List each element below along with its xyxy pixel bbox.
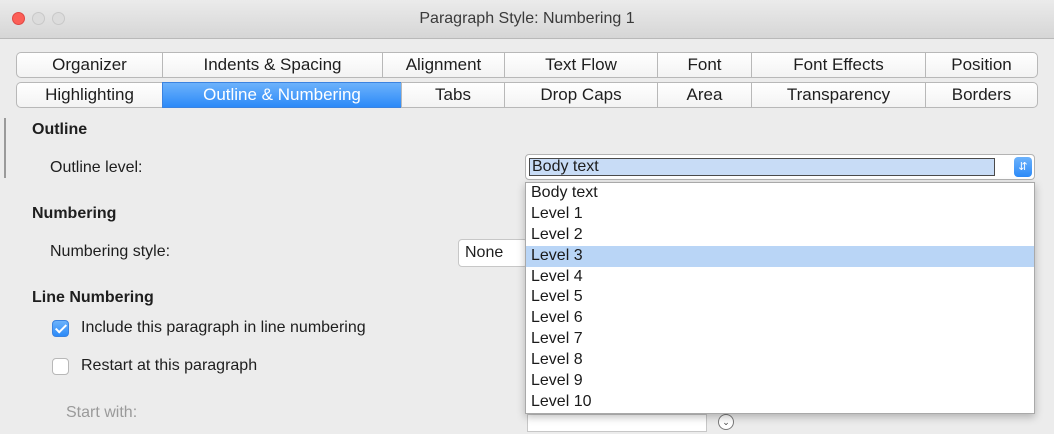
- restart-paragraph-checkbox[interactable]: [52, 358, 69, 375]
- option-level-9[interactable]: Level 9: [526, 371, 1034, 392]
- numbering-heading: Numbering: [32, 205, 117, 222]
- numbering-style-label: Numbering style:: [50, 243, 171, 260]
- tab-font[interactable]: Font: [657, 52, 751, 78]
- restart-paragraph-label: Restart at this paragraph: [81, 357, 258, 374]
- tab-organizer[interactable]: Organizer: [16, 52, 162, 78]
- window-title: Paragraph Style: Numbering 1: [419, 10, 635, 27]
- option-level-8[interactable]: Level 8: [526, 350, 1034, 371]
- line-numbering-heading: Line Numbering: [32, 289, 154, 306]
- tab-outline-numbering[interactable]: Outline & Numbering: [162, 82, 401, 108]
- start-with-label: Start with:: [66, 404, 138, 421]
- option-level-6[interactable]: Level 6: [526, 308, 1034, 329]
- tab-position[interactable]: Position: [925, 52, 1038, 78]
- outline-level-dropdown-list[interactable]: Body text Level 1 Level 2 Level 3 Level …: [525, 182, 1035, 414]
- tab-row-1: Organizer Indents & Spacing Alignment Te…: [16, 52, 1038, 78]
- tab-area[interactable]: Area: [657, 82, 751, 108]
- option-level-10[interactable]: Level 10: [526, 392, 1034, 413]
- option-level-7[interactable]: Level 7: [526, 329, 1034, 350]
- tab-alignment[interactable]: Alignment: [382, 52, 504, 78]
- tab-transparency[interactable]: Transparency: [751, 82, 925, 108]
- tab-indents-spacing[interactable]: Indents & Spacing: [162, 52, 382, 78]
- option-level-1[interactable]: Level 1: [526, 204, 1034, 225]
- tab-highlighting[interactable]: Highlighting: [16, 82, 162, 108]
- option-level-3[interactable]: Level 3: [526, 245, 1034, 267]
- option-level-4[interactable]: Level 4: [526, 267, 1034, 288]
- chevron-updown-icon[interactable]: ⇵: [1014, 157, 1032, 177]
- chevron-down-icon: ⌄: [718, 414, 734, 430]
- outline-level-label: Outline level:: [50, 159, 143, 176]
- numbering-style-select[interactable]: None: [458, 239, 528, 267]
- tab-tabs[interactable]: Tabs: [401, 82, 504, 108]
- tab-row-2: Highlighting Outline & Numbering Tabs Dr…: [16, 82, 1038, 108]
- option-level-5[interactable]: Level 5: [526, 287, 1034, 308]
- outline-heading: Outline: [32, 121, 88, 138]
- outline-level-select[interactable]: Body text ⇵: [525, 154, 1035, 180]
- outline-level-value: Body text: [529, 158, 995, 176]
- tab-text-flow[interactable]: Text Flow: [504, 52, 657, 78]
- start-with-field: [527, 414, 707, 432]
- include-line-numbering-checkbox[interactable]: [52, 320, 69, 337]
- tab-borders[interactable]: Borders: [925, 82, 1038, 108]
- window-edge: [4, 118, 6, 178]
- option-level-2[interactable]: Level 2: [526, 225, 1034, 246]
- option-body-text[interactable]: Body text: [526, 183, 1034, 204]
- title-bar: Paragraph Style: Numbering 1: [0, 0, 1054, 39]
- include-line-numbering-label: Include this paragraph in line numbering: [81, 319, 366, 336]
- tab-drop-caps[interactable]: Drop Caps: [504, 82, 657, 108]
- tab-font-effects[interactable]: Font Effects: [751, 52, 925, 78]
